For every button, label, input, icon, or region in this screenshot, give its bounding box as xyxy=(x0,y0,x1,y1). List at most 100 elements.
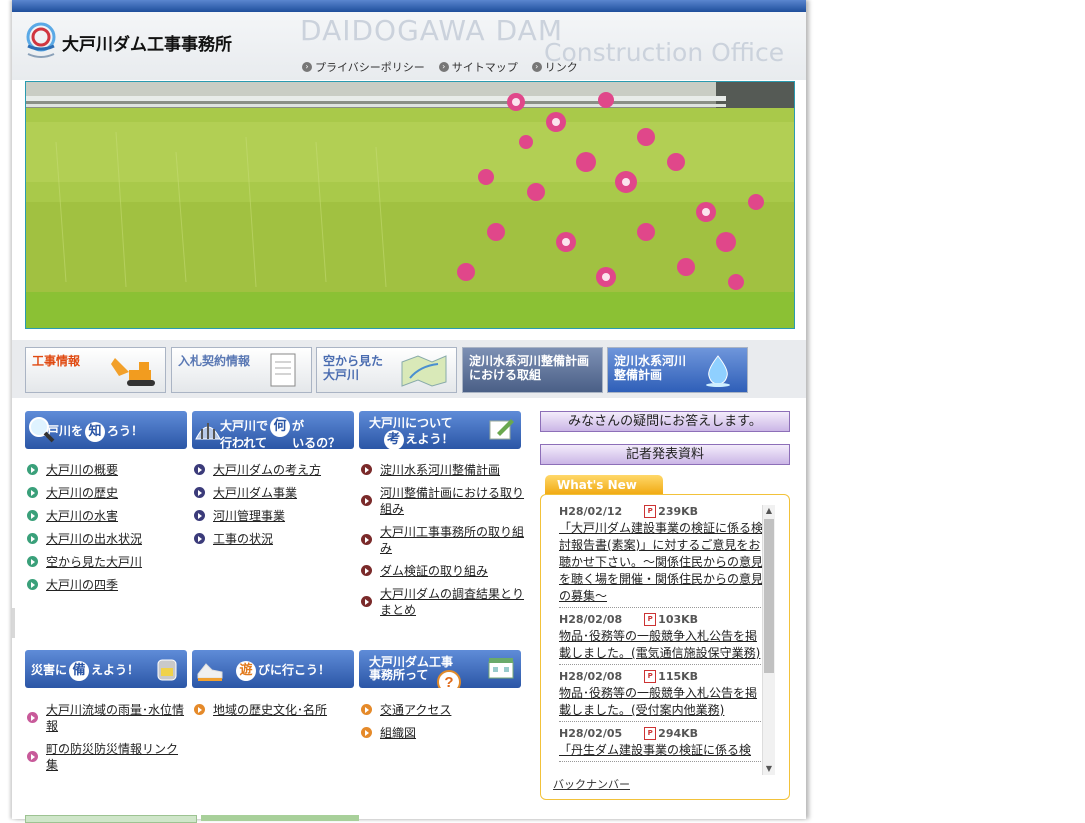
news-item-header: H28/02/08 P 103KB xyxy=(559,613,763,626)
prepare-disaster-button[interactable]: 災害に備えよう！ xyxy=(25,650,187,688)
bullet-arrow-icon xyxy=(27,510,38,521)
prepare-link-list: 大戸川流域の雨量･水位情報 町の防災防災情報リンク集 xyxy=(25,702,185,780)
svg-text:?: ? xyxy=(444,674,453,688)
english-title-line1: DAIDOGAWA DAM xyxy=(300,14,563,47)
know-link-5[interactable]: 大戸川の四季 xyxy=(46,578,118,592)
what-text-1: 大戸川で xyxy=(220,419,269,433)
think-daido-button[interactable]: 大戸川について 考えよう！ xyxy=(359,411,521,449)
links-label[interactable]: リンク xyxy=(545,59,578,75)
think-link-0[interactable]: 淀川水系河川整備計画 xyxy=(380,463,500,477)
question-mark-icon: ? xyxy=(437,670,461,688)
news-link[interactable]: 物品･役務等の一般競争入札公告を掲載しました。(電気通信施設保守業務) xyxy=(559,628,763,662)
bullet-arrow-icon xyxy=(361,596,372,607)
what-happens-button[interactable]: 大戸川で何が 行われて いるの？ xyxy=(192,411,354,449)
what-link-1[interactable]: 大戸川ダム事業 xyxy=(213,486,297,500)
english-title-line2: Construction Office xyxy=(544,38,785,67)
know-daido-button[interactable]: 大戸川を知ろう！ xyxy=(25,411,187,449)
what-text-2: が xyxy=(292,419,305,433)
scroll-down-icon[interactable]: ▼ xyxy=(763,763,775,775)
know-link-1[interactable]: 大戸川の歴史 xyxy=(46,486,118,500)
links-link[interactable]: › リンク xyxy=(531,59,578,75)
office-text-1: 大戸川ダム工事 xyxy=(369,655,454,669)
scroll-up-icon[interactable]: ▲ xyxy=(763,505,775,517)
know-big-char: 知 xyxy=(85,422,106,442)
news-link[interactable]: 「大戸川ダム建設事業の検証に係る検討報告書(素案)」に対するご意見をお聴かせ下さ… xyxy=(559,520,763,605)
play-text-2: びに行こう！ xyxy=(258,663,331,677)
magnifier-icon xyxy=(29,417,55,443)
list-item: 河川管理事業 xyxy=(192,508,352,524)
prepare-link-1[interactable]: 町の防災防災情報リンク集 xyxy=(46,742,178,772)
privacy-policy-link[interactable]: › プライバシーポリシー xyxy=(302,59,425,75)
bullet-arrow-icon xyxy=(361,534,372,545)
map-icon xyxy=(401,355,447,387)
construction-info-button[interactable]: 工事情報 xyxy=(25,347,166,393)
rice-field-cosmos-image xyxy=(26,82,794,328)
news-link[interactable]: 物品･役務等の一般競争入札公告を掲載しました。(受付案内他業務) xyxy=(559,685,763,719)
prepare-link-0[interactable]: 大戸川流域の雨量･水位情報 xyxy=(46,703,184,733)
sitemap-label[interactable]: サイトマップ xyxy=(452,59,518,75)
bullet-arrow-icon xyxy=(27,556,38,567)
list-item: 大戸川の四季 xyxy=(25,577,185,593)
go-play-button[interactable]: 遊びに行こう！ xyxy=(192,650,354,688)
category-button-band: 工事情報 入札契約情報 空から見た 大戸川 淀川水系河川整備計画 における取組 … xyxy=(12,340,806,398)
bullet-arrow-icon xyxy=(194,704,205,715)
scroll-thumb[interactable] xyxy=(764,519,774,673)
yodo-plan-effort-label: 淀川水系河川整備計画 における取組 xyxy=(469,354,590,382)
page-frame: 大戸川ダム工事事務所 DAIDOGAWA DAM Construction Of… xyxy=(12,0,806,823)
news-link[interactable]: 「丹生ダム建設事業の検証に係る検 xyxy=(559,742,763,759)
what-link-0[interactable]: 大戸川ダムの考え方 xyxy=(213,463,321,477)
arrow-icon: › xyxy=(531,62,542,72)
privacy-policy-label[interactable]: プライバシーポリシー xyxy=(315,59,425,75)
know-link-0[interactable]: 大戸川の概要 xyxy=(46,463,118,477)
bidding-contract-button[interactable]: 入札契約情報 xyxy=(171,347,312,393)
list-item: 大戸川流域の雨量･水位情報 xyxy=(25,702,185,734)
bullet-arrow-icon xyxy=(361,704,372,715)
list-item: 大戸川工事事務所の取り組み xyxy=(359,524,525,556)
about-office-button[interactable]: 大戸川ダム工事 事務所って ? xyxy=(359,650,521,688)
water-drop-icon xyxy=(706,355,730,387)
pdf-icon: P xyxy=(644,505,657,518)
know-link-2[interactable]: 大戸川の水害 xyxy=(46,509,118,523)
what-link-2[interactable]: 河川管理事業 xyxy=(213,509,285,523)
think-link-1[interactable]: 河川整備計画における取り組み xyxy=(380,486,524,516)
office-text-2: 事務所って xyxy=(369,668,429,682)
what-link-3[interactable]: 工事の状況 xyxy=(213,532,273,546)
yodo-plan-effort-button[interactable]: 淀川水系河川整備計画 における取組 xyxy=(462,347,603,393)
dam-gate-icon xyxy=(195,423,221,440)
think-link-4[interactable]: 大戸川ダムの調査結果とりまとめ xyxy=(380,587,524,617)
sitemap-link[interactable]: › サイトマップ xyxy=(438,59,518,75)
news-item: H28/02/08 P 103KB 物品･役務等の一般競争入札公告を掲載しました。… xyxy=(559,613,763,665)
pdf-size-badge: P 103KB xyxy=(644,613,698,626)
news-scroll-area[interactable]: H28/02/12 P 239KB 「大戸川ダム建設事業の検証に係る検討報告書(素… xyxy=(559,505,763,788)
faq-button[interactable]: みなさんの疑問にお答えします。 xyxy=(540,411,790,432)
office-logo-icon[interactable] xyxy=(24,22,58,60)
news-size: 115KB xyxy=(658,670,699,683)
utility-nav: › プライバシーポリシー › サイトマップ › リンク xyxy=(302,59,578,75)
know-text-2: ろう！ xyxy=(107,424,144,438)
site-header: 大戸川ダム工事事務所 DAIDOGAWA DAM Construction Of… xyxy=(12,12,806,80)
play-big-char: 遊 xyxy=(236,661,256,681)
list-item: 大戸川の出水状況 xyxy=(25,531,185,547)
pdf-size-badge: P 115KB xyxy=(644,670,698,683)
prepare-disaster-label: 災害に備えよう！ xyxy=(31,661,139,681)
site-title[interactable]: 大戸川ダム工事事務所 xyxy=(62,30,232,55)
office-link-0[interactable]: 交通アクセス xyxy=(380,703,451,717)
list-item: 大戸川ダム事業 xyxy=(192,485,352,501)
news-date: H28/02/12 xyxy=(559,505,623,518)
press-release-button[interactable]: 記者発表資料 xyxy=(540,444,790,465)
aerial-view-button[interactable]: 空から見た 大戸川 xyxy=(316,347,457,393)
think-link-2[interactable]: 大戸川工事事務所の取り組み xyxy=(380,525,524,555)
know-link-3[interactable]: 大戸川の出水状況 xyxy=(46,532,142,546)
back-number-link[interactable]: バックナンバー xyxy=(553,776,630,792)
whats-new-tab: What's New xyxy=(545,475,663,495)
list-item: 交通アクセス xyxy=(359,702,519,718)
news-item-header: H28/02/08 P 115KB xyxy=(559,670,763,683)
yodo-river-plan-button[interactable]: 淀川水系河川 整備計画 xyxy=(607,347,748,393)
news-scrollbar[interactable]: ▲ ▼ xyxy=(762,505,775,775)
think-link-3[interactable]: ダム検証の取り組み xyxy=(380,564,488,578)
know-link-4[interactable]: 空から見た大戸川 xyxy=(46,555,142,569)
pdf-size-badge: P 239KB xyxy=(644,505,698,518)
arrow-icon: › xyxy=(438,62,449,72)
play-link-0[interactable]: 地域の歴史文化･名所 xyxy=(213,703,327,717)
office-link-1[interactable]: 組織図 xyxy=(380,726,416,740)
